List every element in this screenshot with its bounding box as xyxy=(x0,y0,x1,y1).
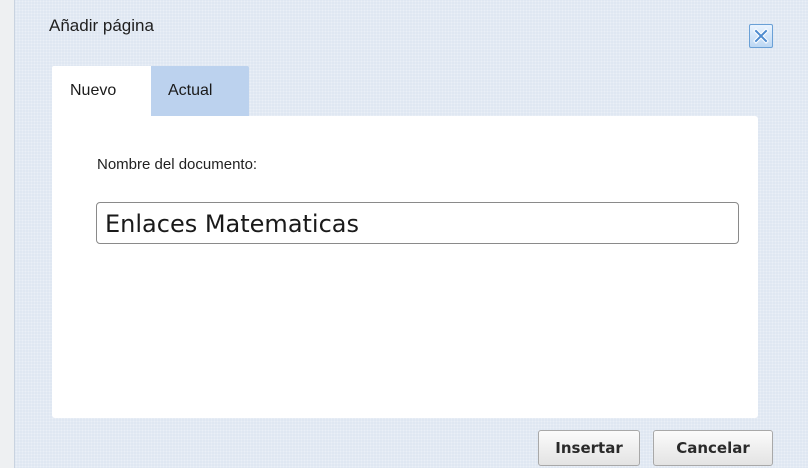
tab-panel: Nombre del documento: xyxy=(52,116,758,418)
tab-nuevo-label: Nuevo xyxy=(70,82,117,99)
cancel-button[interactable]: Cancelar xyxy=(653,430,773,466)
close-x-icon xyxy=(750,25,772,47)
tab-bar: Nuevo Actual xyxy=(52,66,249,116)
add-page-dialog: Añadir página Nuevo Actual Nombre del do… xyxy=(14,0,808,468)
tab-actual[interactable]: Actual xyxy=(151,66,249,116)
document-name-input[interactable] xyxy=(96,202,739,244)
document-name-label: Nombre del documento: xyxy=(97,156,258,173)
dialog-title: Añadir página xyxy=(49,16,154,35)
close-button[interactable] xyxy=(749,24,773,48)
tab-actual-label: Actual xyxy=(168,82,213,99)
tab-nuevo[interactable]: Nuevo xyxy=(52,66,151,116)
insert-button[interactable]: Insertar xyxy=(538,430,640,466)
